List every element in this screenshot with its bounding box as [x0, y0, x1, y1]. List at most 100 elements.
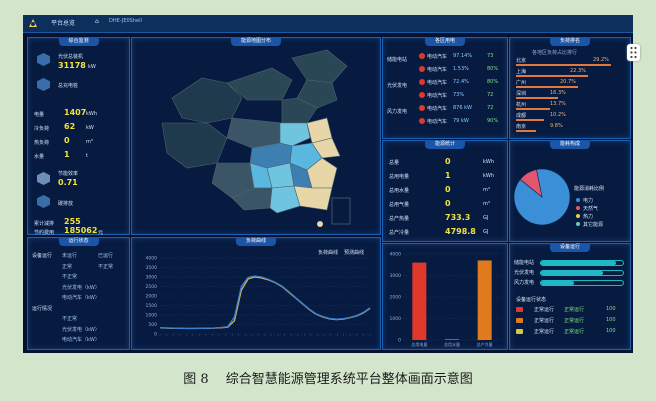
rank-bar	[516, 119, 544, 121]
y-tick-label: 1500	[146, 303, 158, 309]
brand-title[interactable]: 平台总览	[51, 18, 75, 27]
device-value: 100	[606, 306, 616, 312]
row-pct: 876 kW	[453, 105, 472, 111]
energy-stat-label: 总量	[389, 160, 400, 166]
energy-stat-value: 733.3	[445, 213, 471, 222]
y-tick-label: 500	[148, 322, 157, 328]
stat-value: 0.71	[58, 178, 78, 187]
panel-title: 各区用电	[424, 37, 466, 46]
energy-composition-panel: 能耗构成 能源消耗比例 电力 天然气 热力 其它能源	[509, 140, 631, 242]
panel-subtitle: 设备运行状态	[516, 297, 547, 303]
stat-label: 累计减排	[34, 221, 55, 227]
energy-pie-chart[interactable]	[510, 141, 630, 241]
energy-stat-unit: m³	[483, 187, 490, 193]
stat-row-unit: kW	[86, 125, 94, 131]
rank-value: 22.3%	[570, 68, 586, 74]
rank-value: 13.7%	[550, 101, 566, 107]
x-tick-label: 总产冷量	[477, 341, 493, 347]
energy-stat-label: 总用电量	[389, 174, 410, 180]
status-label: 运行情况	[32, 305, 53, 312]
rank-name: 杭州	[516, 102, 527, 108]
device-state: 正常运行	[564, 318, 585, 324]
stat-row-label: 冷负荷	[34, 126, 50, 132]
rank-bar	[516, 130, 536, 132]
device-tag: 正常运行	[534, 329, 555, 335]
status-dot-icon	[419, 79, 425, 85]
energy-bar-chart[interactable]: 4000 3000 2000 1000 0 总用电量 总用水量 总产冷量	[383, 244, 507, 349]
status-value: 电动汽车（kW）	[62, 295, 100, 301]
stat-row-unit: t	[86, 153, 88, 159]
breadcrumb[interactable]: DHE-JE0Shell	[109, 18, 142, 24]
bar	[477, 260, 492, 340]
panel-subtitle: 各地区负荷占比排行	[532, 50, 578, 56]
bar	[412, 262, 427, 340]
group-label: 风力发电	[387, 109, 408, 115]
legend-title: 能源消耗比例	[574, 186, 605, 192]
rank-bar	[516, 97, 558, 99]
dashboard-screen: 平台总览 ⌂ DHE-JE0Shell 综合监测 光伏总装机 31178 kW …	[23, 15, 633, 353]
legend-label: 其它能源	[583, 222, 604, 228]
status-label: 设备运行	[32, 253, 53, 259]
energy-stat-value: 1	[445, 171, 451, 180]
drag-handle[interactable]	[627, 44, 640, 61]
group-label: 储能电站	[387, 57, 408, 63]
y-tick-label: 1000	[146, 313, 158, 319]
row-pct: 72.4%	[453, 79, 469, 85]
rank-name: 深圳	[516, 91, 527, 97]
rank-value: 16.3%	[550, 90, 566, 96]
status-value: 未运行	[62, 253, 78, 259]
row-tag: 电动汽车	[427, 54, 448, 60]
energy-stat-label: 总用气量	[389, 202, 410, 208]
series-line-0	[159, 276, 371, 330]
stat-unit: kW	[88, 64, 96, 70]
device-state: 正常运行	[564, 329, 585, 335]
gauge-fill	[541, 261, 617, 265]
row-value: 73	[487, 53, 494, 59]
rank-name: 南京	[516, 124, 527, 130]
row-tag: 电动汽车	[427, 67, 448, 73]
home-icon[interactable]: ⌂	[95, 18, 99, 25]
energy-stat-label: 总产冷量	[389, 230, 410, 236]
stat-label: 光伏总装机	[58, 54, 84, 60]
y-tick-label: 3500	[146, 265, 158, 271]
legend-label: 热力	[583, 214, 594, 220]
charger-icon	[37, 78, 50, 91]
row-value: 80%	[487, 66, 499, 72]
status-tag-icon	[516, 307, 523, 312]
energy-stat-unit: GJ	[483, 215, 489, 221]
rank-name: 北京	[516, 58, 527, 64]
status-value: 不正常	[62, 316, 78, 322]
stat-value: 185062	[64, 226, 98, 235]
overview-panel: 综合监测 光伏总装机 31178 kW 总充电桩 节能效率 0.71 碳排放 累…	[27, 37, 130, 236]
china-map[interactable]	[132, 38, 380, 234]
energy-stats-panel: 能源统计 总量 0 kWh 总用电量 1 kWh 总用水量 0 m³ 总用气量 0 m³ 总产热量 733…	[382, 140, 508, 242]
rank-bar	[516, 75, 588, 77]
stat-label: 总充电桩	[58, 83, 79, 89]
rank-name: 上海	[516, 69, 527, 75]
y-tick-label: 3000	[390, 273, 402, 279]
row-tag: 电动汽车	[427, 119, 448, 125]
status-dot-icon	[419, 92, 425, 98]
legend-label: 天然气	[583, 206, 599, 212]
load-line-chart[interactable]: 4000 3500 3000 2500 2000 1500 1000 500 0	[132, 238, 380, 349]
rank-bar	[516, 64, 611, 66]
stat-row-value: 1407	[64, 108, 87, 117]
device-value: 100	[606, 317, 616, 323]
gauge-label: 风力发电	[514, 280, 535, 286]
stat-row-value: 62	[64, 122, 76, 131]
y-tick-label: 2500	[146, 284, 158, 290]
x-tick-label: 总用水量	[444, 341, 460, 347]
rank-value: 9.8%	[550, 123, 563, 129]
load-curve-panel: 负荷曲线 负荷曲线 预测曲线 4000 3500 3000 2500 2000 1500 1…	[131, 237, 381, 350]
gauge-track	[540, 280, 624, 286]
y-tick-label: 4000	[390, 252, 402, 258]
gauge-label: 光伏发电	[514, 270, 535, 276]
energy-stat-value: 4798.8	[445, 227, 476, 236]
stat-row-label: 热负荷	[34, 140, 50, 146]
legend-dot-icon	[576, 198, 580, 202]
energy-stat-unit: m³	[483, 201, 490, 207]
stat-value: 31178	[58, 61, 86, 70]
drag-dots-icon	[630, 46, 637, 59]
legend-dot-icon	[576, 206, 580, 210]
y-tick-label: 2000	[390, 295, 402, 301]
